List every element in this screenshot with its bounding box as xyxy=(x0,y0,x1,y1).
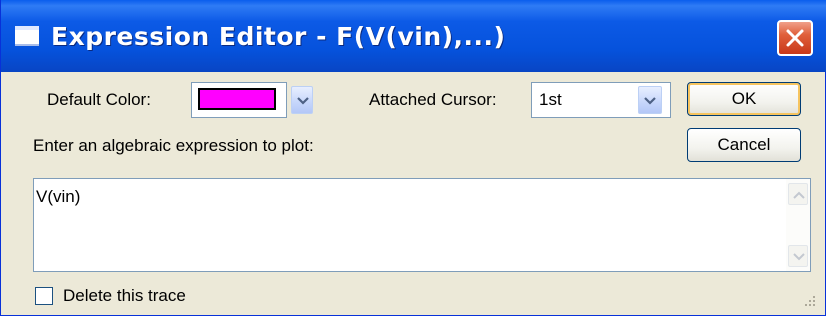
delete-trace-checkbox[interactable] xyxy=(35,287,53,305)
attached-cursor-label: Attached Cursor: xyxy=(369,90,497,109)
title-bar[interactable]: Expression Editor - F(V(vin),...) xyxy=(1,0,826,72)
scroll-down-icon xyxy=(793,253,805,261)
scroll-up-button[interactable] xyxy=(788,183,808,205)
chevron-down-icon xyxy=(644,97,656,105)
scroll-down-button[interactable] xyxy=(788,245,808,267)
chevron-down-icon xyxy=(297,97,309,105)
default-color-dropdown-button[interactable] xyxy=(291,86,313,114)
cancel-button[interactable]: Cancel xyxy=(687,128,801,162)
expression-value: V(vin) xyxy=(36,187,81,206)
ok-button-label: OK xyxy=(731,89,757,108)
resize-grip-icon[interactable] xyxy=(803,294,817,308)
close-button[interactable] xyxy=(777,20,813,56)
expression-prompt: Enter an algebraic expression to plot: xyxy=(33,136,314,155)
expression-editor-dialog: Expression Editor - F(V(vin),...) Defaul… xyxy=(0,0,826,316)
window-icon xyxy=(15,26,39,46)
expression-scrollbar[interactable] xyxy=(786,179,810,271)
ok-button[interactable]: OK xyxy=(687,82,801,116)
close-icon xyxy=(786,29,804,47)
default-color-picker[interactable] xyxy=(191,82,287,118)
attached-cursor-select[interactable]: 1st xyxy=(531,82,671,118)
scroll-up-icon xyxy=(793,191,805,199)
expression-input[interactable]: V(vin) xyxy=(33,178,811,272)
color-swatch xyxy=(198,88,276,110)
window-title: Expression Editor - F(V(vin),...) xyxy=(51,22,506,51)
delete-trace-label: Delete this trace xyxy=(63,286,186,305)
cancel-button-label: Cancel xyxy=(717,135,771,154)
attached-cursor-value: 1st xyxy=(539,90,562,109)
attached-cursor-dropdown-button[interactable] xyxy=(638,86,662,114)
default-color-label: Default Color: xyxy=(47,90,151,109)
